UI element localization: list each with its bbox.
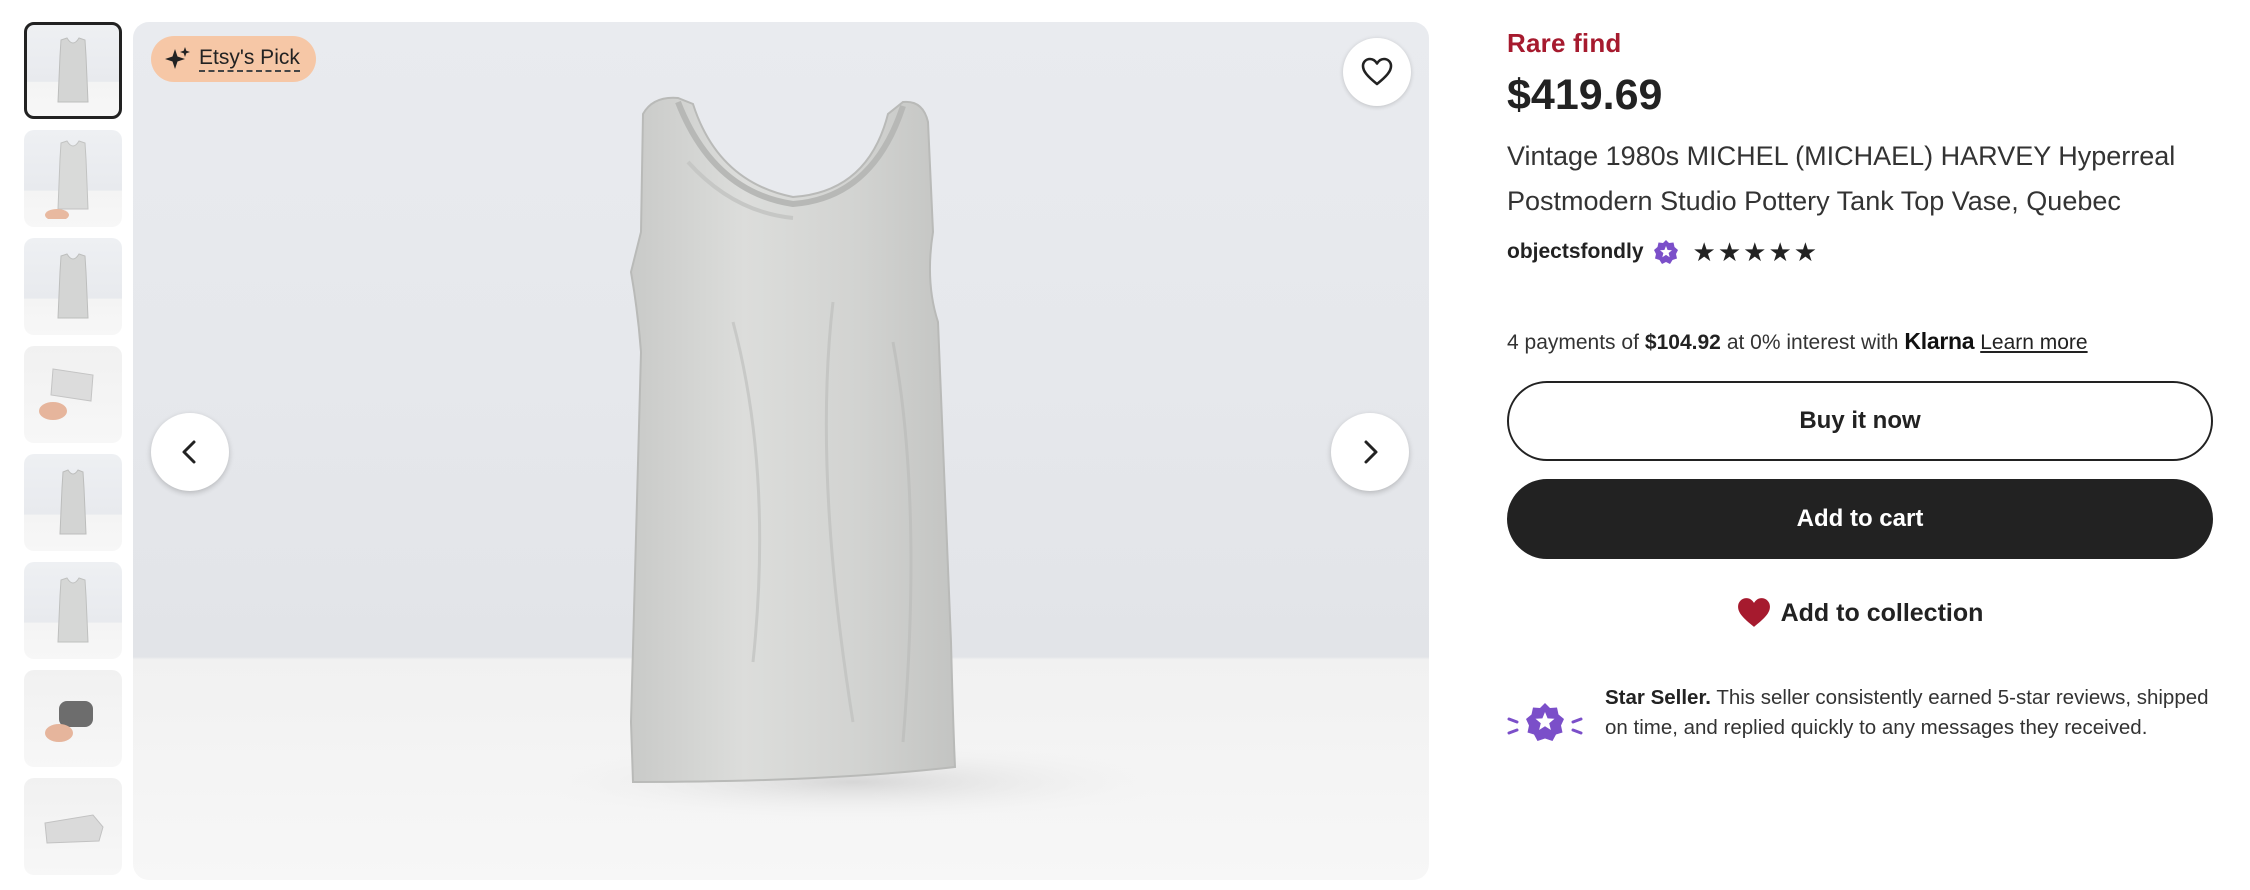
payment-prefix: 4 payments of [1507,331,1639,354]
thumbnail-5[interactable] [24,454,122,551]
thumbnail-1[interactable] [24,22,122,119]
chevron-right-icon [1364,440,1378,464]
chevron-left-icon [182,440,196,464]
product-title: Vintage 1980s MICHEL (MICHAEL) HARVEY Hy… [1507,141,2176,216]
product-info-panel: Rare find $419.69 Vintage 1980s MICHEL (… [1507,28,2213,751]
buy-it-now-button[interactable]: Buy it now [1507,381,2213,461]
thumbnail-list [24,22,122,886]
heart-filled-icon [1737,598,1770,627]
favorite-button[interactable] [1343,38,1411,106]
heart-outline-icon [1361,57,1393,86]
star-icon: ★ [1768,236,1792,267]
thumbnail-8[interactable] [24,778,122,875]
add-to-cart-button[interactable]: Add to cart [1507,479,2213,559]
main-product-image: Etsy's Pick [133,22,1429,880]
learn-more-link[interactable]: Learn more [1980,331,2087,355]
star-seller-icon [1507,703,1583,741]
thumbnail-3[interactable] [24,238,122,335]
payment-middle: at 0% interest with [1726,331,1899,354]
klarna-logo: Klarna [1904,328,1975,354]
thumbnail-6[interactable] [24,562,122,659]
star-seller-badge-icon [1653,240,1678,264]
sparkle-icon [165,47,190,69]
product-price: $419.69 [1507,71,1663,119]
payment-amount: $104.92 [1644,331,1721,354]
vase-image [523,96,1183,822]
next-image-button[interactable] [1331,413,1409,491]
star-icon: ★ [1793,236,1818,267]
rating-stars: ★ ★ ★ ★ ★ [1693,237,1818,268]
star-icon: ★ [1692,236,1716,267]
etsys-pick-label: Etsy's Pick [199,46,300,72]
thumbnail-4[interactable] [24,346,122,443]
previous-image-button[interactable] [151,413,229,491]
thumbnail-2[interactable] [24,130,122,227]
star-icon: ★ [1743,236,1767,267]
rare-find-label: Rare find [1507,28,1622,58]
star-seller-info: Star Seller. This seller consistently ea… [1507,683,2213,751]
seller-row: objectsfondly ★ ★ ★ ★ ★ [1507,234,2213,270]
star-icon: ★ [1717,236,1742,267]
star-seller-title: Star Seller. [1605,686,1711,709]
add-to-collection-label: Add to collection [1780,598,1984,627]
thumbnail-7[interactable] [24,670,122,767]
klarna-payment-info: 4 payments of $104.92 at 0% interest wit… [1507,328,2213,355]
seller-name-link[interactable]: objectsfondly [1507,240,1644,264]
add-to-collection-button[interactable]: Add to collection [1710,597,2010,629]
star-seller-description: Star Seller. This seller consistently ea… [1605,683,2213,743]
etsys-pick-badge[interactable]: Etsy's Pick [151,36,316,82]
